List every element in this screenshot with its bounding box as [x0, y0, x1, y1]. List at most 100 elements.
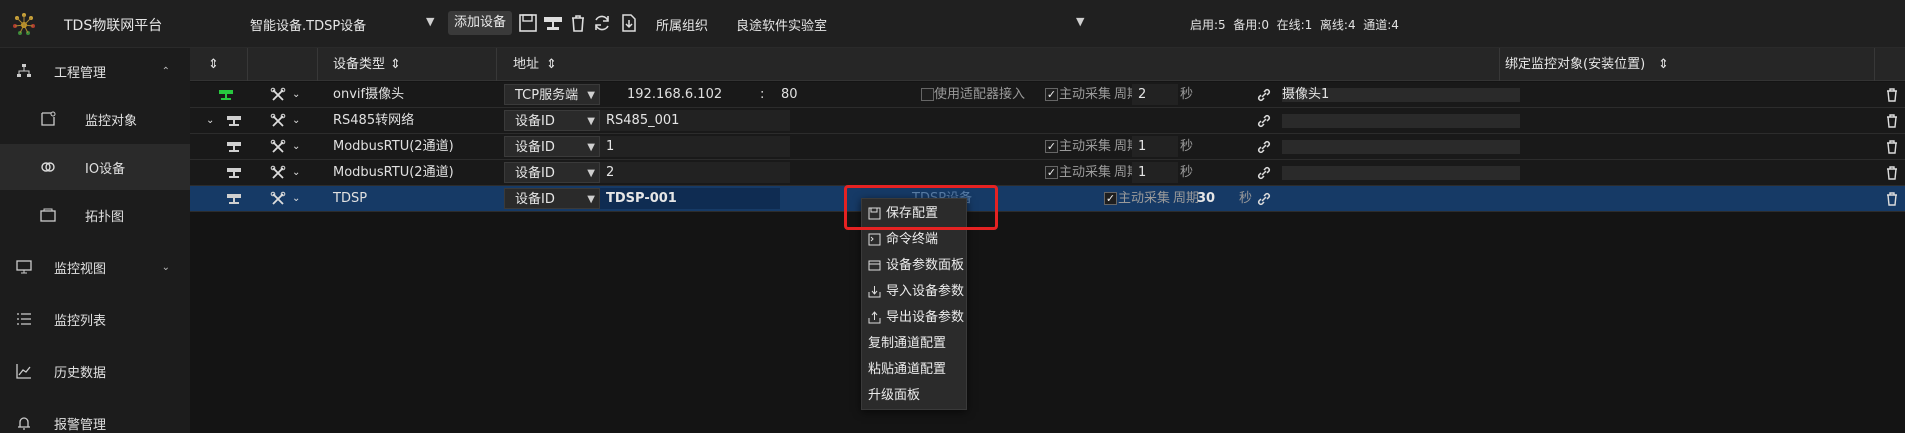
chevron-down-icon[interactable]: ⌄ [162, 262, 170, 273]
period-input[interactable]: 1 [1132, 136, 1178, 157]
chevron-down-icon[interactable]: ▼ [587, 111, 595, 132]
device-select[interactable]: 智能设备.TDSP设备 [250, 15, 366, 34]
active-collect-checkbox[interactable]: ✓ [1104, 192, 1117, 205]
sidebar-item-io-device[interactable]: IO设备 [0, 144, 190, 190]
address-type-select[interactable]: 设备ID ▼ [504, 162, 600, 183]
link-icon[interactable] [1256, 87, 1272, 103]
chevron-down-icon[interactable]: ▼ [587, 189, 595, 210]
sidebar-item-monitor-list[interactable]: 监控列表 [0, 296, 190, 342]
line-chart-icon [16, 364, 31, 379]
active-collect-checkbox[interactable]: ✓ [1045, 166, 1058, 179]
binding-field[interactable]: 摄像头1 [1282, 87, 1520, 102]
sort-icon[interactable]: ⇕ [1658, 48, 1669, 81]
tools-icon[interactable] [270, 113, 286, 129]
address-type-select[interactable]: 设备ID ▼ [504, 188, 600, 209]
trash-icon[interactable] [1884, 165, 1900, 181]
tools-icon[interactable] [270, 191, 286, 207]
chevron-down-icon[interactable]: ⌄ [206, 108, 214, 133]
table-row[interactable]: ⌄ ModbusRTU(2通道) 设备ID ▼ 2 ✓ 主动采集 周期 1 秒 [190, 160, 1905, 186]
chevron-down-icon[interactable]: ▼ [1076, 15, 1084, 28]
chevron-down-icon[interactable]: ▼ [426, 15, 434, 28]
active-collect-checkbox[interactable]: ✓ [1045, 88, 1058, 101]
device-id-field[interactable]: TDSP-001 [600, 188, 780, 209]
menu-item-label: 导入设备参数 [886, 284, 965, 299]
chevron-down-icon[interactable]: ⌄ [292, 186, 300, 211]
sidebar-item-history[interactable]: 历史数据 [0, 348, 190, 394]
device-id-field[interactable]: RS485_001 [600, 110, 790, 131]
chevron-down-icon[interactable]: ▼ [587, 163, 595, 184]
monitor-object-icon [41, 111, 56, 126]
table-row[interactable]: ⌄ ModbusRTU(2通道) 设备ID ▼ 1 ✓ 主动采集 周期 1 秒 [190, 134, 1905, 160]
save-icon[interactable] [518, 13, 538, 33]
active-collect-label: 主动采集 [1059, 165, 1112, 180]
tools-icon[interactable] [270, 165, 286, 181]
link-icon[interactable] [1256, 113, 1272, 129]
menu-item-paste-channel[interactable]: 粘贴通道配置 [862, 357, 968, 383]
port-separator: : [760, 87, 765, 102]
menu-item-command-terminal[interactable]: 命令终端 [862, 227, 968, 253]
sidebar-item-project[interactable]: 工程管理 ⌃ [0, 48, 190, 94]
link-icon[interactable] [1256, 191, 1272, 207]
port-field[interactable]: 80 [781, 82, 798, 107]
menu-item-device-panel[interactable]: 设备参数面板 [862, 253, 968, 279]
list-icon [17, 313, 31, 325]
chevron-down-icon[interactable]: ⌄ [292, 160, 300, 185]
sidebar-item-alarm[interactable]: 报警管理 [0, 400, 190, 433]
sidebar-item-monitor-object[interactable]: 监控对象 [0, 96, 190, 142]
link-icon[interactable] [1256, 165, 1272, 181]
menu-item-copy-channel[interactable]: 复制通道配置 [862, 331, 968, 357]
sidebar-item-monitor-view[interactable]: 监控视图 ⌄ [0, 244, 190, 290]
sort-icon[interactable]: ⇕ [208, 48, 219, 81]
org-select[interactable]: 良途软件实验室 [736, 15, 827, 34]
active-collect-checkbox[interactable]: ✓ [1045, 140, 1058, 153]
period-input[interactable]: 2 [1132, 84, 1178, 105]
table-row[interactable]: ⌄ onvif摄像头 TCP服务端 ▼ 192.168.6.102: 80 使用适配器接入 ✓… [190, 82, 1905, 108]
binding-field[interactable] [1282, 192, 1520, 206]
period-input[interactable]: 30 [1191, 188, 1237, 209]
chevron-down-icon[interactable]: ⌄ [292, 82, 300, 107]
chevron-up-icon[interactable]: ⌃ [162, 66, 170, 77]
trash-icon[interactable] [568, 13, 588, 33]
address-type-value: TCP服务端 [515, 88, 579, 103]
binding-field[interactable] [1282, 114, 1520, 128]
tools-icon[interactable] [270, 139, 286, 155]
trash-icon[interactable] [1884, 139, 1900, 155]
link-icon[interactable] [1256, 139, 1272, 155]
add-device-button[interactable]: 添加设备 [448, 11, 513, 35]
network-device-icon[interactable] [543, 13, 563, 33]
binding-field[interactable] [1282, 166, 1520, 180]
chevron-down-icon[interactable]: ▼ [587, 137, 595, 158]
tools-icon[interactable] [270, 87, 286, 103]
table-row[interactable]: ⌄ ⌄ RS485转网络 设备ID ▼ RS485_001 [190, 108, 1905, 134]
menu-item-export-params[interactable]: 导出设备参数 [862, 305, 968, 331]
chevron-down-icon[interactable]: ⌄ [292, 108, 300, 133]
menu-item-label: 导出设备参数 [886, 310, 965, 325]
ip-address-field[interactable]: 192.168.6.102 [627, 82, 722, 107]
period-input[interactable]: 1 [1132, 162, 1178, 183]
address-type-select[interactable]: 设备ID ▼ [504, 136, 600, 157]
logo-icon [13, 13, 35, 35]
chevron-down-icon[interactable]: ▼ [587, 85, 595, 106]
bell-icon [18, 417, 30, 430]
refresh-icon[interactable] [592, 13, 612, 33]
export-file-icon[interactable] [619, 13, 639, 33]
trash-icon[interactable] [1884, 113, 1900, 129]
column-header-binding[interactable]: 绑定监控对象(安装位置) [1505, 48, 1645, 81]
menu-item-import-params[interactable]: 导入设备参数 [862, 279, 968, 305]
device-id-field[interactable]: 2 [600, 162, 790, 183]
chevron-down-icon[interactable]: ⌄ [292, 134, 300, 159]
trash-icon[interactable] [1884, 191, 1900, 207]
trash-icon[interactable] [1884, 87, 1900, 103]
device-id-field[interactable]: 1 [600, 136, 790, 157]
column-header-address[interactable]: 地址 [513, 48, 539, 81]
sidebar-item-topology[interactable]: 拓扑图 [0, 192, 190, 238]
sort-icon[interactable]: ⇕ [546, 48, 557, 81]
binding-field[interactable] [1282, 140, 1520, 154]
menu-item-upgrade-panel[interactable]: 升级面板 [862, 383, 968, 409]
column-header-device-type[interactable]: 设备类型 [333, 48, 385, 81]
table-row[interactable]: ⌄TDSP设备ID▼TDSP-001TDSP设备✓主动采集周期30秒 [190, 186, 1905, 212]
address-type-select[interactable]: 设备ID ▼ [504, 110, 600, 131]
sort-icon[interactable]: ⇕ [390, 48, 401, 81]
address-type-select[interactable]: TCP服务端 ▼ [504, 84, 600, 105]
adapter-checkbox[interactable] [921, 88, 934, 101]
